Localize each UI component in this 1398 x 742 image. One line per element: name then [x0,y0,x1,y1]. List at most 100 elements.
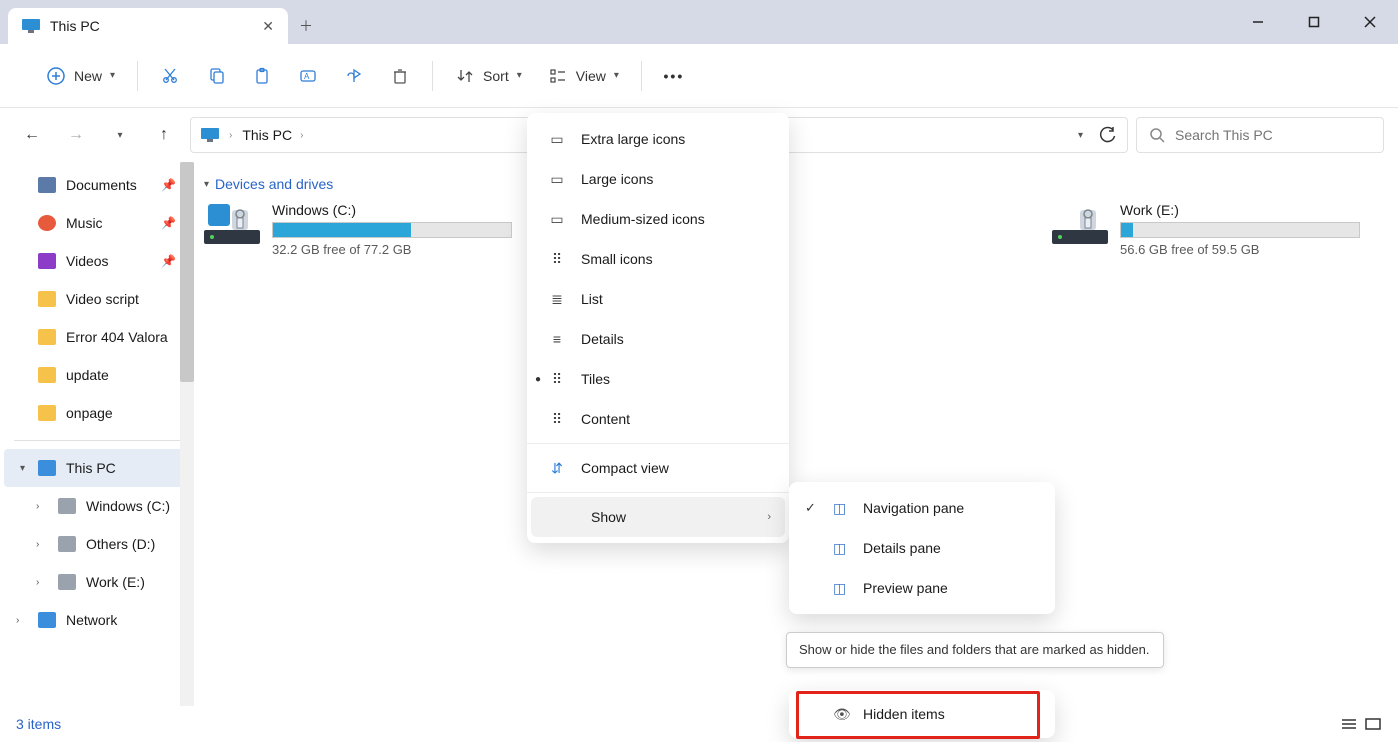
chevron-down-icon: ▾ [614,70,619,81]
sidebar-scrollbar-thumb[interactable] [180,162,194,382]
menu-item-show[interactable]: Show› [531,497,785,537]
drive-usage-bar [1120,222,1360,238]
drive-tile-c[interactable]: Windows (C:) 32.2 GB free of 77.2 GB [204,202,512,257]
show-submenu: ✓◫Navigation pane ◫Details pane ◫Preview… [789,482,1055,614]
sidebar-item-folder[interactable]: Error 404 Valora [0,318,194,356]
search-icon [1149,127,1165,143]
copy-icon[interactable] [206,66,226,86]
sidebar-item-folder[interactable]: onpage [0,394,194,432]
new-button[interactable]: New ▾ [46,66,115,86]
monitor-icon [201,128,219,142]
cut-icon[interactable] [160,66,180,86]
chevron-right-icon: › [767,511,771,523]
menu-item-tiles[interactable]: ●⠿Tiles [527,359,789,399]
sidebar-item-videos[interactable]: Videos📌 [0,242,194,280]
chevron-down-icon[interactable]: ▾ [20,463,25,474]
new-tab-button[interactable]: ＋ [288,8,324,44]
address-dropdown-icon[interactable]: ▾ [1078,130,1083,141]
up-button[interactable]: ↑ [146,117,182,153]
thumbnails-view-toggle[interactable] [1364,717,1382,731]
recent-locations-button[interactable]: ▾ [102,117,138,153]
pane-icon: ◫ [833,540,853,557]
chevron-right-icon: › [300,130,303,141]
sidebar-item-drive[interactable]: › Work (E:) [20,563,194,601]
view-button[interactable]: View ▾ [548,66,619,86]
sidebar-item-this-pc[interactable]: ▾This PC [4,449,190,487]
pin-icon[interactable]: 📌 [161,178,176,192]
sort-button[interactable]: Sort ▾ [455,66,522,86]
share-icon[interactable] [344,66,364,86]
chevron-right-icon[interactable]: › [36,501,39,512]
menu-item-label: Details [581,331,624,347]
sidebar-item-label: Work (E:) [86,574,145,590]
back-button[interactable]: ← [14,117,50,153]
menu-item-medium-icons[interactable]: ▭Medium-sized icons [527,199,789,239]
separator [527,492,789,493]
sidebar-item-folder[interactable]: Video script [0,280,194,318]
drive-free-text: 56.6 GB free of 59.5 GB [1120,242,1360,257]
paste-icon[interactable] [252,66,272,86]
menu-item-details[interactable]: ≡Details [527,319,789,359]
rename-icon[interactable]: A [298,66,318,86]
drive-icon [58,498,76,514]
minimize-button[interactable] [1230,0,1286,44]
content-pane: ▾ Devices and drives Windows (C:) 32.2 G… [194,162,1398,706]
more-icon[interactable]: ••• [664,66,684,86]
menu-item-extra-large-icons[interactable]: ▭ Extra large icons [527,119,789,159]
extra-large-icons-icon: ▭ [547,131,567,148]
item-count: 3 items [16,716,61,732]
search-input[interactable] [1175,127,1371,143]
drive-icon [1052,202,1108,248]
menu-item-small-icons[interactable]: ⠿Small icons [527,239,789,279]
forward-button[interactable]: → [58,117,94,153]
breadcrumb-this-pc[interactable]: This PC › [242,127,303,143]
menu-item-label: Extra large icons [581,131,685,147]
folder-icon [38,367,56,383]
maximize-button[interactable] [1286,0,1342,44]
pin-icon[interactable]: 📌 [161,254,176,268]
sidebar-item-label: Windows (C:) [86,498,170,514]
music-icon [38,215,56,231]
pane-icon: ◫ [833,500,853,517]
close-tab-icon[interactable]: ✕ [262,18,274,35]
chevron-right-icon[interactable]: › [36,577,39,588]
delete-icon[interactable] [390,66,410,86]
submenu-item-navigation-pane[interactable]: ✓◫Navigation pane [789,488,1055,528]
chevron-right-icon[interactable]: › [229,130,232,141]
submenu-item-details-pane[interactable]: ◫Details pane [789,528,1055,568]
search-box[interactable] [1136,117,1384,153]
submenu-item-preview-pane[interactable]: ◫Preview pane [789,568,1055,608]
status-bar: 3 items [0,706,1398,742]
sidebar-item-label: update [66,367,109,383]
tab-title: This PC [50,18,100,34]
svg-text:A: A [304,72,310,81]
tab-this-pc[interactable]: This PC ✕ [8,8,288,44]
sidebar-item-label: onpage [66,405,113,421]
menu-item-large-icons[interactable]: ▭Large icons [527,159,789,199]
refresh-icon[interactable] [1099,126,1117,144]
drive-name: Work (E:) [1120,202,1360,218]
pin-icon[interactable]: 📌 [161,216,176,230]
menu-item-label: Compact view [581,460,669,476]
sidebar-item-music[interactable]: Music📌 [0,204,194,242]
menu-item-compact-view[interactable]: ⇵Compact view [527,448,789,488]
chevron-right-icon[interactable]: › [16,615,19,626]
drive-tile-e[interactable]: Work (E:) 56.6 GB free of 59.5 GB [1052,202,1360,257]
folder-icon [38,291,56,307]
group-header-devices[interactable]: ▾ Devices and drives [204,170,1388,202]
menu-item-list[interactable]: ≣List [527,279,789,319]
sidebar-item-network[interactable]: ›Network [0,601,194,639]
details-view-toggle[interactable] [1340,717,1358,731]
chevron-right-icon[interactable]: › [36,539,39,550]
sidebar-item-folder[interactable]: update [0,356,194,394]
close-window-button[interactable] [1342,0,1398,44]
monitor-icon [22,19,40,33]
sidebar-item-documents[interactable]: Documents📌 [0,166,194,204]
window-controls [1230,0,1398,44]
sidebar-item-drive[interactable]: ›Others (D:) [20,525,194,563]
drive-name: Windows (C:) [272,202,512,218]
menu-item-label: Small icons [581,251,653,267]
drive-free-text: 32.2 GB free of 77.2 GB [272,242,512,257]
menu-item-content[interactable]: ⠿Content [527,399,789,439]
sidebar-item-drive[interactable]: › Windows (C:) [20,487,194,525]
